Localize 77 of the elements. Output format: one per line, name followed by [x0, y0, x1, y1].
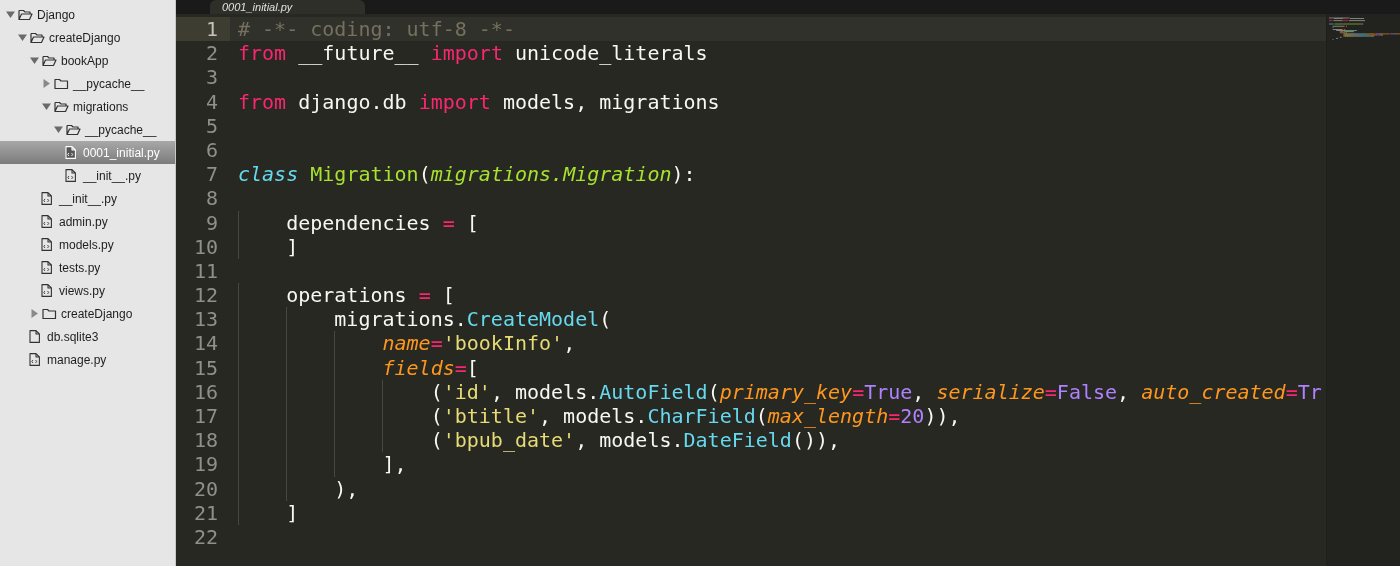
code-file-icon — [41, 238, 52, 251]
code-file-icon — [41, 215, 52, 228]
tree-item[interactable]: __pycache__ — [0, 118, 175, 141]
code-line: ), — [333, 476, 359, 501]
line-number: 1 — [176, 17, 230, 42]
code-line: from __future__ import unicode_literals — [238, 41, 708, 66]
tree-item[interactable]: Django — [0, 3, 175, 26]
line-number: 5 — [204, 113, 219, 138]
line-number: 20 — [192, 476, 219, 501]
code-line: ('id', models.AutoField(primary_key=True, serialize=False, auto_created=Tr — [429, 379, 1322, 404]
code-line: ('btitle', models.CharField(max_length=20)), — [429, 404, 961, 428]
tree-item[interactable]: migrations — [0, 95, 175, 118]
line-number: 10 — [192, 234, 219, 259]
line-number: 7 — [204, 162, 219, 187]
code-line: from django.db import models, migrations — [238, 89, 720, 114]
tree-item[interactable]: views.py — [0, 279, 175, 302]
tree-item[interactable]: manage.py — [0, 348, 175, 371]
disclosure-triangle-icon[interactable] — [29, 56, 39, 65]
code-line: operations = [ — [285, 283, 455, 308]
line-number: 9 — [204, 210, 219, 235]
line-number: 13 — [192, 307, 219, 332]
open-folder-icon — [54, 100, 69, 113]
line-number: 6 — [204, 137, 219, 163]
line-number: 8 — [204, 186, 219, 211]
tab[interactable]: 0001_initial.py — [210, 0, 365, 14]
code-file-icon — [65, 169, 76, 182]
code-line: ] — [285, 500, 299, 525]
line-number: 12 — [192, 283, 219, 308]
code-line: ('bpub_date', models.DateField()), — [429, 428, 841, 453]
code-line: dependencies = [ — [285, 210, 479, 235]
tree-item[interactable]: db.sqlite3 — [0, 325, 175, 348]
code-line: ], — [381, 452, 407, 477]
line-number: 15 — [192, 355, 219, 380]
tree-item[interactable]: __pycache__ — [0, 72, 175, 95]
disclosure-triangle-icon[interactable] — [41, 102, 51, 111]
open-folder-icon — [30, 31, 45, 44]
line-number: 22 — [192, 524, 219, 550]
tree-item[interactable]: models.py — [0, 233, 175, 256]
tree-item[interactable]: __init__.py — [0, 187, 175, 210]
code-file-icon — [29, 353, 40, 366]
code-line: ] — [285, 234, 299, 259]
line-number: 19 — [192, 452, 219, 477]
tree-item[interactable]: createDjango — [0, 302, 175, 325]
tree-item[interactable]: createDjango — [0, 26, 175, 49]
code-file-icon — [65, 146, 76, 159]
code-file-icon — [41, 284, 52, 297]
code-line: migrations.CreateModel( — [333, 307, 612, 332]
file-icon — [29, 330, 40, 343]
open-folder-icon — [42, 54, 57, 67]
line-number: 16 — [192, 379, 219, 404]
disclosure-triangle-icon[interactable] — [29, 309, 39, 318]
line-number: 3 — [204, 65, 219, 90]
code-line: # -*- coding: utf-8 -*- — [238, 17, 515, 41]
folder-icon — [42, 307, 57, 320]
line-number: 11 — [192, 258, 219, 284]
tree-item[interactable]: __init__.py — [0, 164, 175, 187]
code-line: fields=[ — [381, 355, 479, 380]
code-file-icon — [41, 192, 52, 205]
open-folder-icon — [66, 123, 81, 136]
tree-item[interactable]: tests.py — [0, 256, 175, 279]
line-number: 21 — [192, 500, 219, 525]
folder-icon — [54, 77, 69, 90]
line-number: 17 — [192, 404, 219, 429]
code-file-icon — [41, 261, 52, 274]
code-line: class Migration(migrations.Migration): — [238, 162, 696, 187]
code-line: name='bookInfo', — [381, 331, 576, 356]
tree-item[interactable]: admin.py — [0, 210, 175, 233]
tree-item[interactable]: bookApp — [0, 49, 175, 72]
line-number: 4 — [204, 89, 219, 114]
line-number: 2 — [204, 41, 219, 66]
line-number: 18 — [192, 428, 219, 453]
disclosure-triangle-icon[interactable] — [17, 33, 27, 42]
disclosure-triangle-icon[interactable] — [41, 79, 51, 88]
line-number: 14 — [192, 331, 219, 356]
disclosure-triangle-icon[interactable] — [5, 10, 15, 19]
disclosure-triangle-icon[interactable] — [53, 125, 63, 134]
open-folder-icon — [18, 8, 33, 21]
